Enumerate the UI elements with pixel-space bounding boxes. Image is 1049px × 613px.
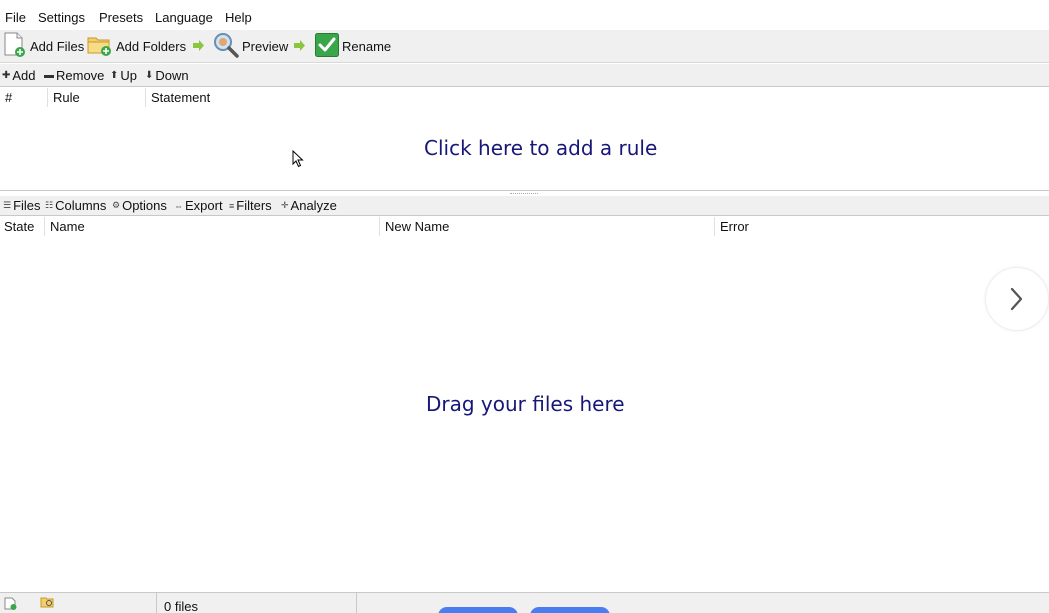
move-up-button[interactable]: ⬆ Up [110, 68, 137, 83]
options-menu-button[interactable]: ⚙ Options [112, 198, 167, 213]
columns-menu-button[interactable]: ☷ Columns [45, 198, 106, 213]
analyze-label: Analyze [290, 198, 337, 213]
menu-presets[interactable]: Presets [99, 10, 143, 25]
add-folder-small-icon[interactable] [40, 596, 55, 612]
add-file-small-icon[interactable] [4, 597, 17, 613]
arrow-up-icon: ⬆ [110, 70, 119, 81]
columns-icon: ☷ [45, 200, 54, 210]
menu-help[interactable]: Help [225, 10, 252, 25]
files-menu-button[interactable]: ☰ Files [3, 198, 41, 213]
checkmark-icon [315, 32, 339, 60]
column-divider [145, 88, 146, 107]
add-files-label: Add Files [30, 38, 85, 54]
status-bar: 0 files [0, 592, 1049, 613]
mouse-cursor-icon [292, 149, 304, 171]
status-divider [156, 593, 157, 613]
add-file-icon [3, 32, 27, 61]
add-folder-icon [87, 33, 113, 60]
preview-label: Preview [242, 38, 289, 54]
menu-bar: File Settings Presets Language Help [0, 0, 1049, 30]
move-down-button[interactable]: ⬇ Down [145, 68, 189, 83]
arrow-right-icon [192, 39, 205, 55]
status-divider [356, 593, 357, 613]
chevron-right-icon [1010, 287, 1023, 311]
menu-file[interactable]: File [5, 10, 26, 25]
columns-label: Columns [55, 198, 107, 213]
plus-icon: ✚ [2, 70, 11, 81]
column-divider [714, 217, 715, 236]
preview-button[interactable]: Preview [213, 30, 288, 62]
add-rule-label: Add [12, 68, 36, 83]
column-divider [44, 217, 45, 236]
menu-settings[interactable]: Settings [38, 10, 85, 25]
files-col-error[interactable]: Error [720, 219, 749, 234]
column-divider [47, 88, 48, 107]
rules-toolbar: ✚ Add ▬ Remove ⬆ Up ⬇ Down [0, 64, 1049, 87]
main-toolbar: Add Files Add Folders Preview Rename [0, 30, 1049, 63]
menu-language[interactable]: Language [155, 10, 213, 25]
files-table-header: State Name New Name Error [0, 216, 1049, 236]
minus-icon: ▬ [44, 70, 54, 81]
next-button[interactable] [985, 267, 1049, 331]
files-col-name[interactable]: Name [50, 219, 85, 234]
add-folders-button[interactable]: Add Folders [87, 30, 186, 62]
export-label: Export [185, 198, 223, 213]
options-label: Options [122, 198, 167, 213]
floating-pill-button[interactable] [530, 607, 610, 613]
rename-button[interactable]: Rename [315, 30, 391, 62]
rules-col-number[interactable]: # [5, 90, 12, 105]
remove-rule-button[interactable]: ▬ Remove [44, 68, 104, 83]
move-down-label: Down [155, 68, 189, 83]
add-rule-hint[interactable]: Click here to add a rule [424, 136, 657, 160]
add-rule-button[interactable]: ✚ Add [2, 68, 36, 83]
move-up-label: Up [120, 68, 138, 83]
drag-files-hint: Drag your files here [426, 392, 625, 416]
rules-col-rule[interactable]: Rule [53, 90, 80, 105]
column-divider [379, 217, 380, 236]
file-count: 0 files [164, 599, 198, 613]
options-icon: ⚙ [112, 200, 121, 210]
files-col-new-name[interactable]: New Name [385, 219, 449, 234]
magnifier-icon [213, 32, 239, 61]
files-col-state[interactable]: State [4, 219, 34, 234]
files-icon: ☰ [3, 200, 12, 210]
add-files-button[interactable]: Add Files [3, 30, 84, 62]
files-toolbar: ☰ Files ☷ Columns ⚙ Options ⇔ Export ≡ F… [0, 196, 1049, 216]
rules-table-header: # Rule Statement [0, 87, 1049, 108]
rules-col-statement[interactable]: Statement [151, 90, 210, 105]
floating-pill-button[interactable] [438, 607, 518, 613]
filters-icon: ≡ [229, 200, 235, 211]
filters-label: Filters [236, 198, 272, 213]
remove-rule-label: Remove [56, 68, 105, 83]
arrow-right-icon [293, 39, 306, 55]
add-folders-label: Add Folders [116, 38, 187, 54]
files-label: Files [13, 198, 41, 213]
filters-menu-button[interactable]: ≡ Filters [229, 198, 272, 213]
export-menu-button[interactable]: ⇔ Export [174, 198, 223, 213]
rules-list[interactable]: Click here to add a rule [0, 108, 1049, 190]
analyze-icon: ✛ [281, 200, 289, 210]
rename-label: Rename [342, 38, 392, 54]
arrow-down-icon: ⬇ [145, 70, 154, 81]
files-list[interactable]: Drag your files here [0, 236, 1049, 592]
export-icon: ⇔ [174, 200, 183, 211]
analyze-menu-button[interactable]: ✛ Analyze [281, 198, 337, 213]
